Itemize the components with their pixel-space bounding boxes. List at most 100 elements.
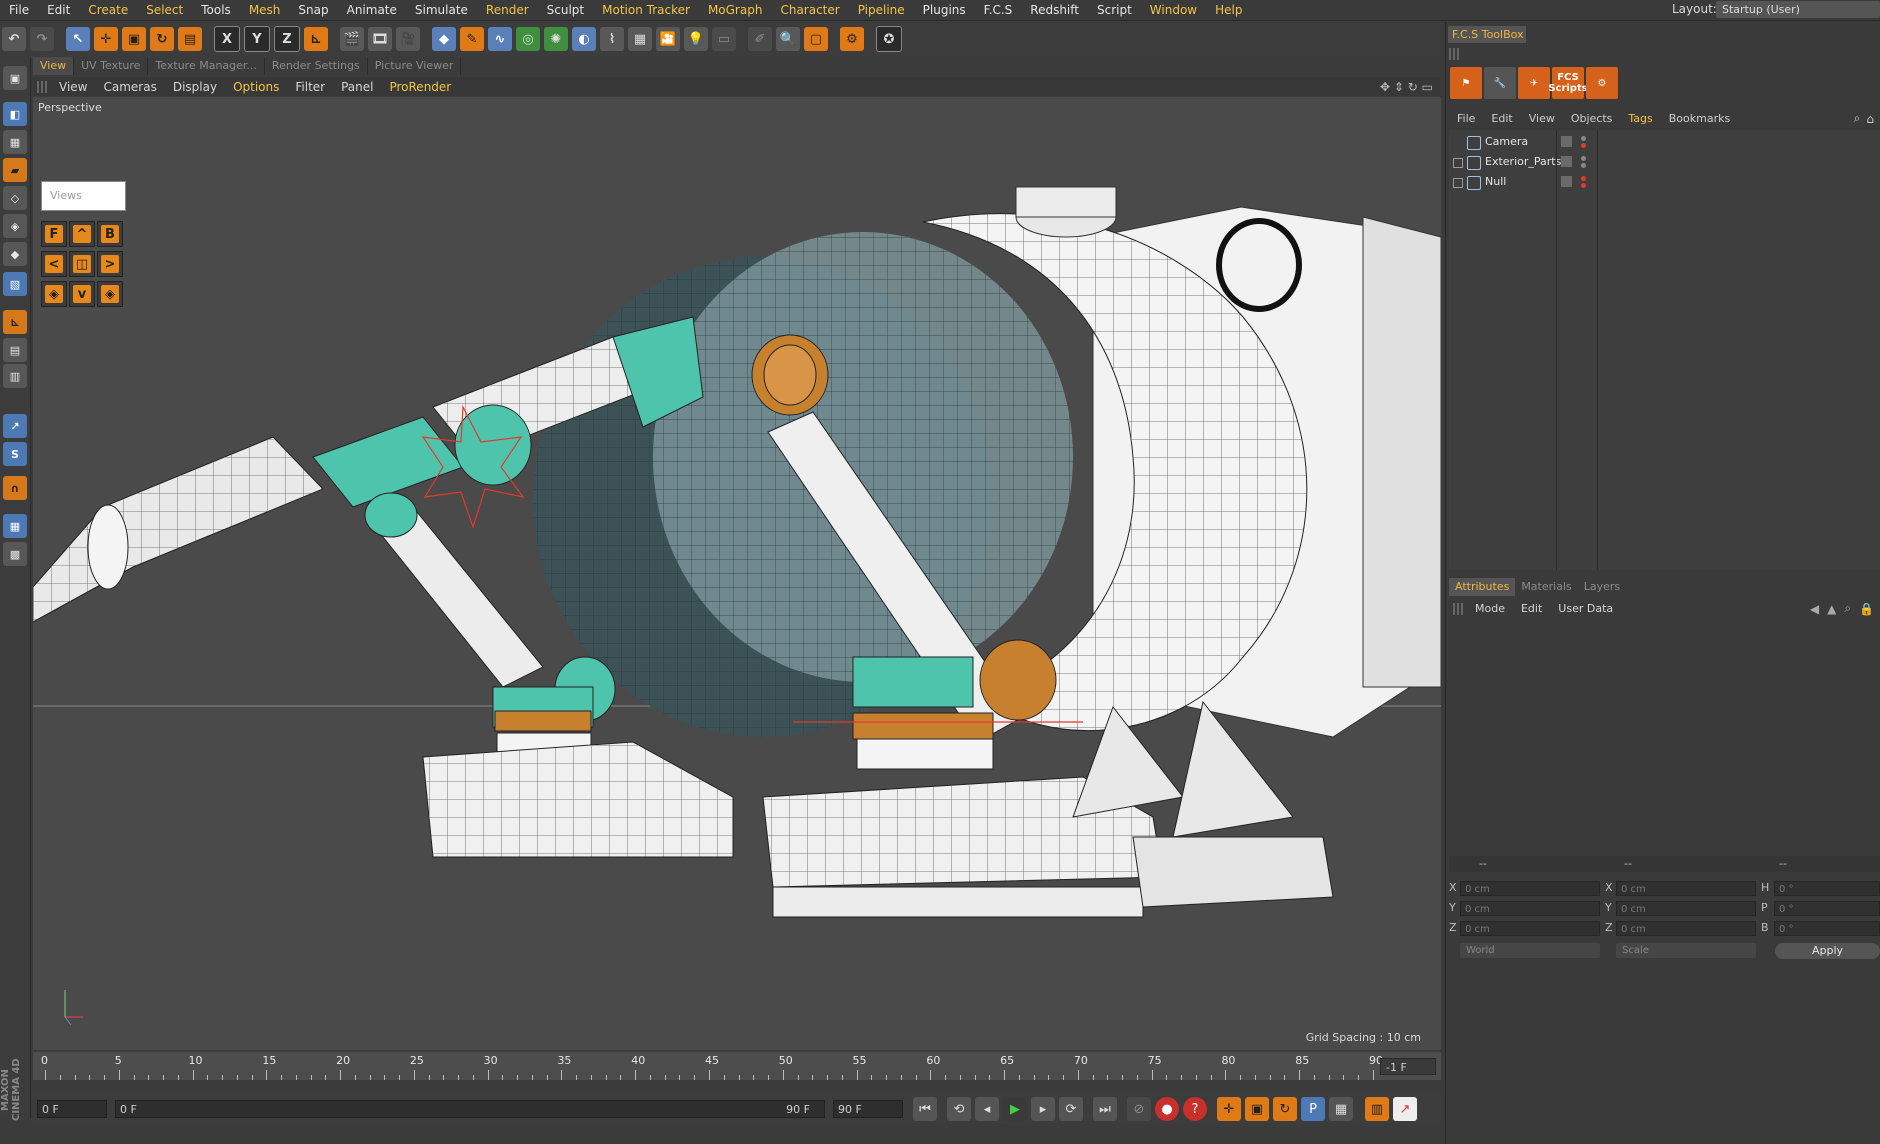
key-pla-icon[interactable]: ▦	[1329, 1097, 1353, 1121]
menu-render[interactable]: Render	[477, 0, 538, 20]
back-arrow-icon[interactable]: ◀	[1810, 602, 1827, 616]
gear-icon[interactable]: ⚙	[1586, 67, 1618, 99]
fcurve-icon[interactable]: ↗	[1393, 1097, 1417, 1121]
render-settings-icon[interactable]: 🎥	[396, 27, 420, 51]
axis-mode-icon[interactable]: ⊾	[3, 310, 27, 334]
column-divider[interactable]	[1556, 130, 1557, 570]
obj-menu-file[interactable]: File	[1449, 112, 1483, 125]
plugin-launch-icon[interactable]: ✪	[876, 26, 902, 52]
live-selection-icon[interactable]: ↖	[66, 27, 90, 51]
plane-icon[interactable]: ✈	[1518, 67, 1550, 99]
max-frame-field[interactable]: 90 F	[833, 1100, 903, 1118]
viewport-solo-icon[interactable]: ▢	[804, 27, 828, 51]
vp-menu-view[interactable]: View	[51, 80, 95, 94]
tweak-mode-icon[interactable]: ▤	[3, 338, 27, 362]
y-axis-lock-button[interactable]: Y	[244, 26, 270, 52]
tab-picture-viewer[interactable]: Picture Viewer	[368, 57, 462, 75]
key-position-icon[interactable]: ✛	[1217, 1097, 1241, 1121]
tag-icon[interactable]: ▭	[712, 27, 736, 51]
x-axis-lock-button[interactable]: X	[214, 26, 240, 52]
pos-z-field[interactable]: 0 cm	[1460, 921, 1600, 936]
go-to-end-icon[interactable]: ⏭	[1093, 1097, 1117, 1121]
key-rotation-icon[interactable]: ↻	[1273, 1097, 1297, 1121]
top-view-button[interactable]: ^	[69, 221, 95, 247]
views-panel[interactable]: Views	[41, 181, 126, 211]
recent-tool-icon[interactable]: ▤	[178, 27, 202, 51]
next-key-icon[interactable]: ⟳	[1059, 1097, 1083, 1121]
menu-pipeline[interactable]: Pipeline	[849, 0, 914, 20]
render-picture-viewer-icon[interactable]: 🎞	[368, 27, 392, 51]
size-y-field[interactable]: 0 cm	[1616, 901, 1756, 916]
points-mode-icon[interactable]: ◇	[3, 186, 27, 210]
rotate-icon[interactable]: ↻	[150, 27, 174, 51]
rot-p-field[interactable]: 0 °	[1774, 901, 1880, 916]
grip-handle[interactable]	[1453, 602, 1463, 615]
object-row-exterior-parts[interactable]: Exterior_Parts	[1449, 152, 1880, 172]
up-arrow-icon[interactable]: ▲	[1827, 602, 1844, 616]
size-x-field[interactable]: 0 cm	[1616, 881, 1756, 896]
key-param-icon[interactable]: P	[1301, 1097, 1325, 1121]
attr-menu-user-data[interactable]: User Data	[1550, 602, 1621, 615]
solo-mode-icon[interactable]: ▥	[3, 364, 27, 388]
model-mode-icon[interactable]: ◧	[3, 102, 27, 126]
uv-mode-icon[interactable]: ▧	[3, 272, 27, 296]
workplane-icon[interactable]: ▰	[3, 158, 27, 182]
timeline-end-field[interactable]: -1 F	[1380, 1058, 1436, 1075]
grip-handle[interactable]	[37, 80, 47, 93]
magnifier-icon[interactable]: 🔍	[776, 27, 800, 51]
object-row-null[interactable]: Null	[1449, 172, 1880, 192]
menu-snap[interactable]: Snap	[289, 0, 337, 20]
object-row-camera[interactable]: Camera	[1449, 132, 1880, 152]
obj-menu-objects[interactable]: Objects	[1563, 112, 1621, 125]
enable-snap-icon[interactable]: ↗	[3, 414, 27, 438]
search-icon[interactable]: ⌕	[1854, 111, 1867, 126]
menu-window[interactable]: Window	[1141, 0, 1206, 20]
menu-edit[interactable]: Edit	[38, 0, 79, 20]
menu-motion-tracker[interactable]: Motion Tracker	[593, 0, 699, 20]
tab-texture-manager[interactable]: Texture Manager...	[148, 57, 265, 75]
menu-animate[interactable]: Animate	[338, 0, 406, 20]
pen-icon[interactable]: ✎	[460, 27, 484, 51]
camera-icon[interactable]: 🎦	[656, 27, 680, 51]
menu-select[interactable]: Select	[137, 0, 192, 20]
visibility-check[interactable]	[1561, 136, 1572, 147]
render-visibility-dot[interactable]	[1581, 183, 1586, 188]
vp-navigate-icons[interactable]: ✥ ⇕ ↻ ▭	[1380, 80, 1441, 94]
menu-script[interactable]: Script	[1088, 0, 1141, 20]
vp-menu-display[interactable]: Display	[165, 80, 225, 94]
go-to-start-icon[interactable]: ⏮	[913, 1097, 937, 1121]
move-icon[interactable]: ✛	[94, 27, 118, 51]
fcs-object-icon[interactable]: ⚑	[1450, 67, 1482, 99]
make-editable-icon[interactable]: ▣	[3, 66, 27, 90]
polygons-mode-icon[interactable]: ◆	[3, 242, 27, 266]
obj-menu-edit[interactable]: Edit	[1483, 112, 1520, 125]
record-icon[interactable]: ●	[1155, 1097, 1179, 1121]
light-icon[interactable]: 💡	[684, 27, 708, 51]
coordinate-system-dropdown[interactable]: World	[1460, 943, 1600, 958]
menu-character[interactable]: Character	[771, 0, 848, 20]
vp-menu-filter[interactable]: Filter	[287, 80, 333, 94]
lock-icon[interactable]: 🔒	[1859, 602, 1880, 616]
menu-tools[interactable]: Tools	[192, 0, 240, 20]
search-icon[interactable]: ⌕	[1844, 601, 1859, 616]
vp-menu-prorender[interactable]: ProRender	[381, 80, 459, 94]
python-icon[interactable]: ⚙	[840, 27, 864, 51]
key-scale-icon[interactable]: ▣	[1245, 1097, 1269, 1121]
menu-file[interactable]: File	[0, 0, 38, 20]
undo-icon[interactable]: ↶	[2, 27, 26, 51]
magnet-icon[interactable]: ∩	[3, 476, 27, 500]
fcs-toolbox-tab[interactable]: F.C.S ToolBox	[1448, 26, 1526, 43]
array-icon[interactable]: ⌇	[600, 27, 624, 51]
coordinate-system-icon[interactable]: ⊾	[304, 27, 328, 51]
timeline-window-icon[interactable]: ▥	[1365, 1097, 1389, 1121]
column-divider[interactable]	[1597, 130, 1598, 570]
obj-menu-tags[interactable]: Tags	[1620, 112, 1660, 125]
left-view-button[interactable]: <	[41, 251, 67, 277]
render-view-icon[interactable]: 🎬	[340, 27, 364, 51]
menu-simulate[interactable]: Simulate	[406, 0, 477, 20]
menu-mograph[interactable]: MoGraph	[699, 0, 772, 20]
menu-sculpt[interactable]: Sculpt	[538, 0, 593, 20]
vp-menu-options[interactable]: Options	[225, 80, 287, 94]
edges-mode-icon[interactable]: ◈	[3, 214, 27, 238]
soft-selection-icon[interactable]: S	[3, 442, 27, 466]
